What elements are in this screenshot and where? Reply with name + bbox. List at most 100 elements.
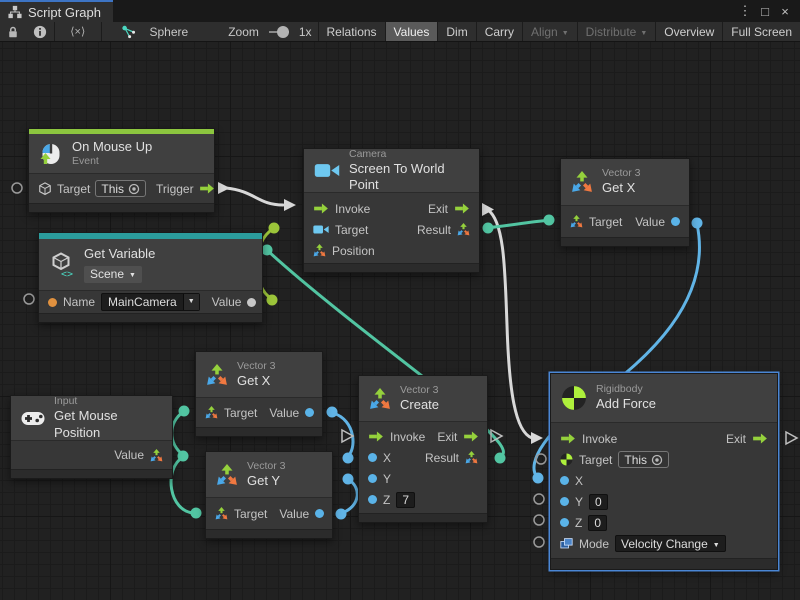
port-getxtop-target-in[interactable] [544,215,555,226]
target-self-chip[interactable]: This [618,451,669,468]
port-addforce-x-in[interactable] [533,473,544,484]
vector3-icon[interactable] [205,406,218,419]
port-label: Target [224,406,257,420]
value-port-dot[interactable] [315,509,324,518]
float-port-dot[interactable] [560,476,569,485]
vector3-icon[interactable] [150,449,163,462]
node-get-variable[interactable]: <> Get Variable Scene Name MainCamera [38,232,263,323]
port-create-result-out[interactable] [495,453,506,464]
float-port-dot[interactable] [560,518,569,527]
vector3-icon[interactable] [465,451,478,464]
port-create-x-in[interactable] [343,453,354,464]
carry-button[interactable]: Carry [476,22,522,41]
arrowhead-icon [531,432,543,444]
port-onmouseup-target-in[interactable] [12,183,22,193]
overview-button[interactable]: Overview [655,22,722,41]
flow-arrow-icon[interactable] [752,433,768,444]
value-port-dot[interactable] [305,408,314,417]
port-addforce-y-in[interactable] [534,494,544,504]
gamepad-icon [21,411,45,426]
port-trigger-out[interactable] [218,182,230,194]
zoom-slider-handle[interactable] [277,26,289,38]
float-port-dot[interactable] [560,497,569,506]
port-addforce-exit-out[interactable] [786,432,797,444]
wire-camera-exit-addforce-invoke [488,210,532,438]
dim-button[interactable]: Dim [437,22,475,41]
vector3-icon[interactable] [215,507,228,520]
port-camera-position-in[interactable] [262,245,273,256]
inspect-button[interactable] [26,22,54,41]
port-label: Target [579,453,612,467]
node-on-mouse-up[interactable]: On Mouse Up Event Target This Trigger [28,128,215,213]
full-screen-button[interactable]: Full Screen [722,22,800,41]
port-camera-result-out[interactable] [483,223,494,234]
flow-arrow-icon[interactable] [313,203,329,214]
zoom-slider[interactable] [269,31,289,33]
port-label: Exit [437,430,457,444]
vector3-icon[interactable] [313,244,326,257]
node-title: Get Y [247,473,286,489]
port-gety-value-out[interactable] [336,509,347,520]
target-self-chip[interactable]: This [95,180,146,197]
node-get-x-mid[interactable]: Vector 3 Get X Target Value [195,351,323,437]
port-addforce-z-in[interactable] [534,515,544,525]
port-gety-target-in[interactable] [191,508,202,519]
value-port-dot[interactable] [671,217,680,226]
info-icon [33,25,47,39]
port-label: Trigger [156,182,194,196]
align-button[interactable]: Align [522,22,577,41]
port-create-y-in[interactable] [343,474,354,485]
port-variable-value-out[interactable] [267,295,278,306]
variable-scope-dropdown[interactable]: Scene [84,266,142,283]
vector3-icon[interactable] [570,215,583,228]
port-getxtop-value-out[interactable] [692,218,703,229]
float-port-dot[interactable] [368,474,377,483]
value-port-dot[interactable] [247,298,256,307]
close-icon[interactable]: × [776,4,794,19]
port-getxmid-target-in[interactable] [179,406,190,417]
port-addforce-mode-in[interactable] [534,537,544,547]
object-port-dot[interactable] [48,298,57,307]
distribute-button[interactable]: Distribute [577,22,656,41]
menu-icon[interactable]: ⋮ [736,3,754,19]
variable-name-dropdown[interactable]: MainCamera [101,293,200,311]
float-port-dot[interactable] [368,453,377,462]
port-addforce-target-in[interactable] [536,454,546,464]
port-label: Exit [428,202,448,216]
z-value-input[interactable]: 0 [588,515,607,531]
port-variable-name-in[interactable] [24,294,34,304]
code-preview-button[interactable]: ⟨×⟩ [54,22,101,41]
node-add-force[interactable]: Rigidbody Add Force Invoke Exit Target T… [550,373,778,570]
port-camera-target-in[interactable] [269,223,280,234]
tab-script-graph[interactable]: Script Graph [0,0,113,22]
graph-breadcrumb[interactable] [115,22,143,41]
flow-arrow-icon[interactable] [463,431,479,442]
vector3-icon[interactable] [457,223,470,236]
float-port-dot[interactable] [368,495,377,504]
lock-button[interactable] [0,22,26,41]
maximize-icon[interactable]: □ [756,4,774,19]
values-button[interactable]: Values [385,22,438,41]
rigidbody-icon[interactable] [560,453,573,466]
flow-arrow-icon[interactable] [368,431,384,442]
relations-button[interactable]: Relations [318,22,385,41]
port-label: Mode [579,537,609,551]
flow-arrow-icon[interactable] [199,183,215,194]
port-getxmid-value-out[interactable] [327,407,338,418]
node-category: Input [54,395,162,408]
flow-arrow-icon[interactable] [560,433,576,444]
port-label: Invoke [390,430,425,444]
enum-icon[interactable] [560,537,573,550]
node-screen-to-world-point[interactable]: Camera Screen To World Point Invoke Exit… [303,148,480,273]
node-get-y[interactable]: Vector 3 Get Y Target Value [205,451,333,539]
graph-canvas[interactable]: On Mouse Up Event Target This Trigger [0,42,800,600]
mode-dropdown[interactable]: Velocity Change [615,535,726,552]
z-value-input[interactable]: 7 [396,492,415,508]
node-get-mouse-position[interactable]: Input Get Mouse Position Value [10,395,173,479]
node-get-x-top[interactable]: Vector 3 Get X Target Value [560,158,690,247]
y-value-input[interactable]: 0 [589,494,608,510]
node-create-vector3[interactable]: Vector 3 Create Invoke Exit X Result [358,375,488,523]
camera-icon[interactable] [313,224,329,235]
flow-arrow-icon[interactable] [454,203,470,214]
port-mousepos-value-out[interactable] [178,451,189,462]
